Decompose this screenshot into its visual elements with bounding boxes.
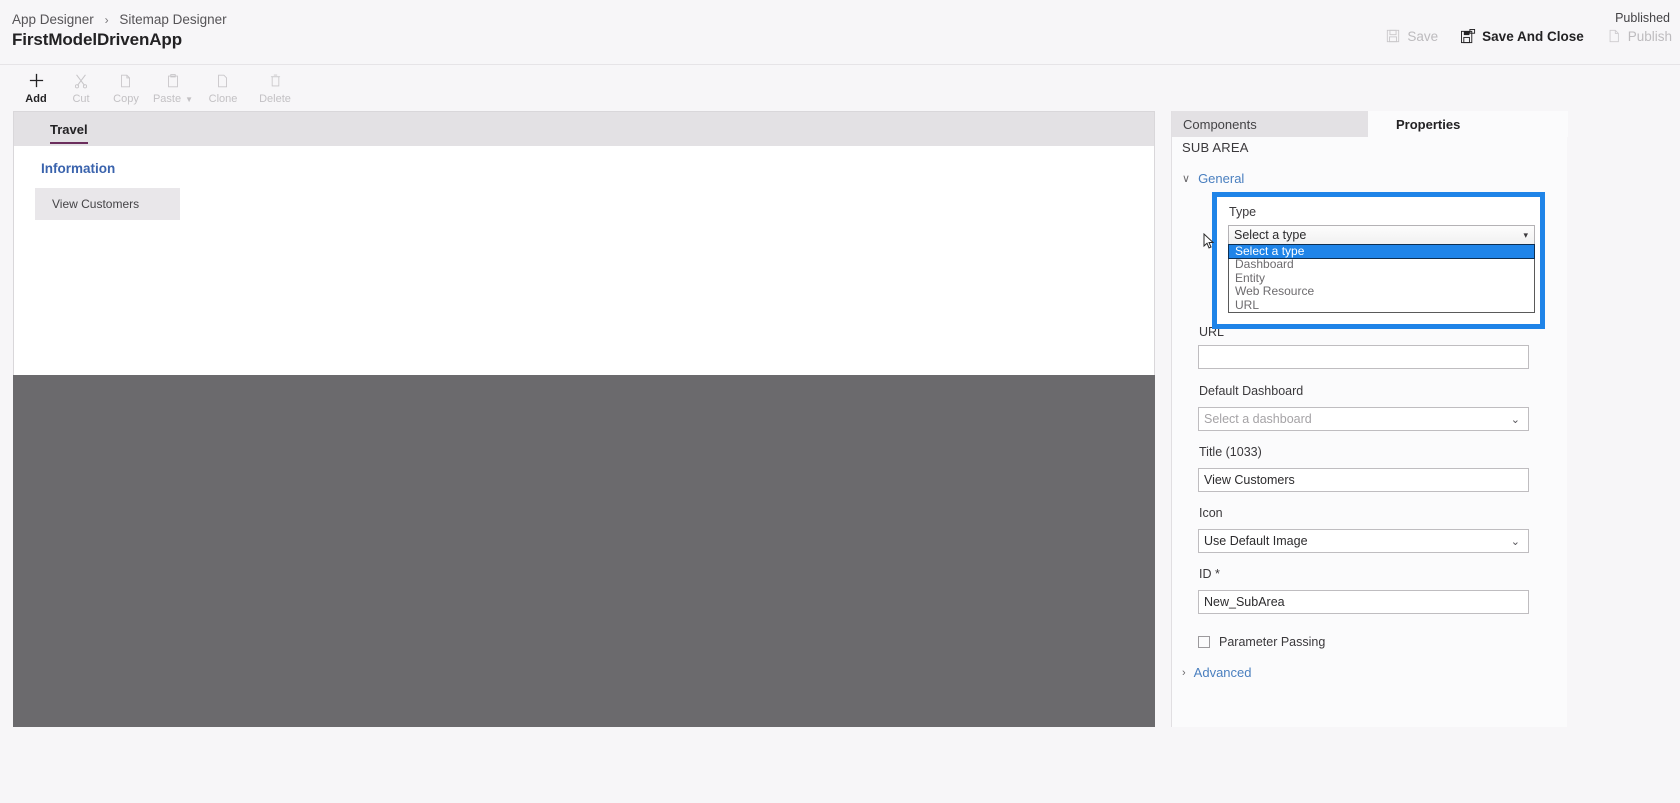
save-button-label: Save [1407, 28, 1439, 44]
checkbox-row-parameter-passing[interactable]: Parameter Passing [1198, 635, 1325, 649]
field-label-type: Type [1229, 205, 1257, 219]
sitemap-tabstrip: Travel [14, 112, 1154, 146]
header-actions: Save Save And Close Publish [1385, 28, 1672, 44]
breadcrumb-item-sitemap-designer[interactable]: Sitemap Designer [119, 12, 226, 27]
scissors-icon [73, 71, 89, 90]
type-select-value: Select a type [1234, 228, 1307, 242]
tab-properties[interactable]: Properties [1368, 111, 1568, 137]
command-bar: Add Cut Copy Paste ▼ Clone Delete [0, 64, 1680, 110]
field-label-title: Title (1033) [1199, 445, 1262, 459]
type-option-select-a-type[interactable]: Select a type [1228, 243, 1535, 260]
copy-icon [118, 71, 134, 90]
clone-icon [215, 71, 231, 90]
sitemap-area-tab-label: Travel [50, 121, 88, 137]
field-label-id: ID * [1199, 567, 1220, 581]
field-value-id: New_SubArea [1204, 595, 1285, 609]
app-header: App Designer › Sitemap Designer FirstMod… [0, 0, 1680, 64]
type-select[interactable]: Select a type ▾ [1228, 225, 1535, 245]
panel-tabs: Components Properties [1172, 111, 1568, 137]
sitemap-designer-app: App Designer › Sitemap Designer FirstMod… [0, 0, 1680, 803]
save-button[interactable]: Save [1385, 28, 1438, 44]
type-option-web-resource[interactable]: Web Resource [1229, 284, 1534, 298]
checkbox-parameter-passing[interactable] [1198, 636, 1210, 648]
publish-button-label: Publish [1627, 28, 1672, 44]
tab-properties-label: Properties [1396, 116, 1461, 132]
accordion-advanced-label: Advanced [1193, 665, 1252, 680]
type-select-dropdown-list: Select a type Dashboard Entity Web Resou… [1228, 243, 1535, 313]
field-label-icon: Icon [1199, 506, 1223, 520]
plus-icon [28, 71, 45, 90]
field-placeholder-default-dashboard: Select a dashboard [1204, 412, 1312, 426]
sitemap-area-tab-travel[interactable]: Travel [40, 112, 98, 146]
chevron-down-icon: ∨ [1182, 173, 1191, 185]
field-input-icon[interactable]: Use Default Image ⌄ [1198, 529, 1529, 553]
type-option-dashboard[interactable]: Dashboard [1229, 257, 1534, 271]
active-tab-underline [50, 142, 88, 144]
field-value-title: View Customers [1204, 473, 1295, 487]
paste-label-text: Paste [152, 93, 182, 105]
publish-icon [1606, 28, 1622, 44]
tab-components-label: Components [1183, 116, 1257, 132]
sitemap-group-label-information[interactable]: Information [41, 161, 115, 176]
delete-button[interactable]: Delete [244, 71, 306, 105]
sitemap-subarea-label: View Customers [52, 197, 140, 211]
field-input-url[interactable] [1198, 345, 1529, 369]
accordion-general[interactable]: ∨ General [1182, 171, 1244, 186]
type-field-highlight-box: Type Select a type ▾ Select a type Dashb… [1212, 192, 1545, 329]
type-option-entity[interactable]: Entity [1229, 271, 1534, 285]
chevron-down-icon[interactable]: ⌄ [1511, 413, 1520, 426]
chevron-down-icon: ▾ [1523, 229, 1528, 240]
breadcrumb: App Designer › Sitemap Designer [12, 12, 227, 27]
field-input-title[interactable]: View Customers [1198, 468, 1529, 492]
publish-button[interactable]: Publish [1606, 28, 1672, 44]
clone-button-label: Clone [208, 93, 238, 105]
paste-icon [165, 71, 181, 90]
canvas-empty-area [13, 375, 1155, 727]
delete-button-label: Delete [259, 93, 291, 105]
add-button-label: Add [25, 93, 47, 105]
cut-button-label: Cut [72, 93, 90, 105]
field-input-default-dashboard[interactable]: Select a dashboard ⌄ [1198, 407, 1529, 431]
tab-components[interactable]: Components [1172, 111, 1368, 137]
save-and-close-button[interactable]: Save And Close [1460, 28, 1584, 44]
accordion-advanced[interactable]: › Advanced [1182, 665, 1252, 680]
accordion-general-label: General [1198, 171, 1245, 186]
chevron-right-icon: › [1182, 666, 1186, 679]
panel-section-title: SUB AREA [1182, 140, 1249, 155]
breadcrumb-separator-icon: › [104, 13, 109, 27]
save-and-close-icon [1460, 28, 1476, 44]
type-option-url[interactable]: URL [1229, 298, 1534, 312]
chevron-down-icon[interactable]: ⌄ [1511, 535, 1520, 548]
published-status: Published [1615, 11, 1670, 25]
save-icon [1385, 28, 1401, 44]
copy-button-label: Copy [113, 93, 139, 105]
field-input-id[interactable]: New_SubArea [1198, 590, 1529, 614]
save-and-close-button-label: Save And Close [1482, 28, 1584, 44]
paste-button-label: Paste ▼ [153, 93, 193, 105]
page-title: FirstModelDrivenApp [12, 30, 183, 49]
breadcrumb-item-app-designer[interactable]: App Designer [12, 12, 94, 27]
sitemap-subarea-view-customers[interactable]: View Customers [35, 188, 180, 220]
mouse-cursor-icon [1203, 232, 1215, 251]
field-value-icon: Use Default Image [1204, 534, 1308, 548]
trash-icon [268, 71, 283, 90]
checkbox-label-parameter-passing: Parameter Passing [1219, 635, 1326, 649]
sitemap-canvas: Travel Information View Customers [13, 111, 1155, 375]
field-label-default-dashboard: Default Dashboard [1199, 384, 1304, 398]
